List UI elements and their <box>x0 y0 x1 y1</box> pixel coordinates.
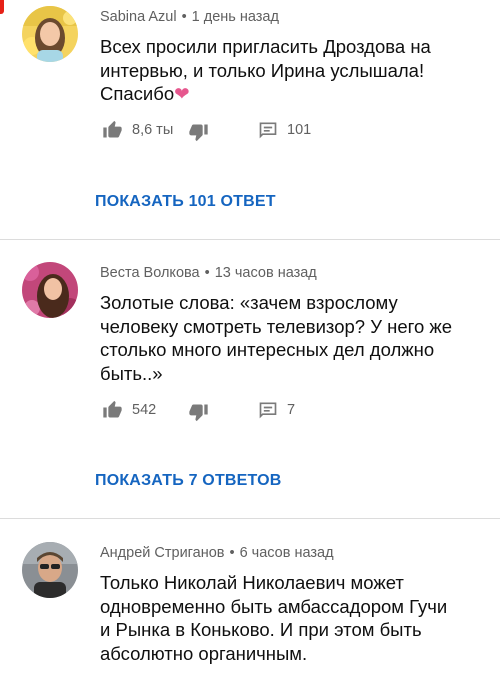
comment-text-line: человеку смотреть телевизор? У него же <box>100 315 453 337</box>
comment-text-line: интервью, и только Ирина услышала! <box>100 59 425 81</box>
comment-text-line: абсолютно органичным. <box>100 642 308 664</box>
like-count: 8,6 ты <box>132 122 174 138</box>
author-name[interactable]: Sabina Azul <box>100 9 177 25</box>
comment-text-line: Спасибо❤ <box>100 83 190 104</box>
comment-icon <box>258 120 278 140</box>
show-replies-button[interactable]: ПОКАЗАТЬ 101 ОТВЕТ <box>95 193 276 211</box>
thumbs-up-icon <box>102 120 123 140</box>
reply-button[interactable]: 101 <box>258 120 311 140</box>
comment-actions: 542 7 <box>100 400 480 426</box>
comment-icon <box>258 400 278 420</box>
comment-time[interactable]: 13 часов назад <box>215 265 317 281</box>
comment-text-line: Только Николай Николаевич может <box>100 572 404 593</box>
comment-text-line: столько много интересных дел должно <box>100 339 435 360</box>
avatar[interactable] <box>22 262 78 318</box>
reply-count: 101 <box>287 122 312 138</box>
comment-time[interactable]: 6 часов назад <box>240 545 334 561</box>
dislike-button[interactable] <box>188 402 209 422</box>
comment-meta: Андрей Стриганов • 6 часов назад <box>100 545 334 561</box>
like-button[interactable]: 542 <box>102 400 156 420</box>
meta-separator: • <box>229 545 235 561</box>
reply-button[interactable]: 7 <box>258 400 295 420</box>
comment-text-line: одновременно быть амбассадором Гучи <box>100 595 448 617</box>
like-button[interactable]: 8,6 ты <box>102 120 173 140</box>
comment-text-line: Всех просили пригласить Дроздова на <box>100 36 431 57</box>
author-name[interactable]: Веста Волкова <box>100 265 200 281</box>
comment-actions: 8,6 ты 101 <box>100 120 480 146</box>
divider <box>0 239 500 240</box>
thumbs-down-icon <box>188 122 209 142</box>
comment-text: Всех просили пригласить Дроздова на инте… <box>100 35 485 106</box>
thumbs-up-icon <box>102 400 123 420</box>
comment-text: Только Николай Николаевич может одноврем… <box>100 571 485 665</box>
divider <box>0 518 500 519</box>
show-replies-button[interactable]: ПОКАЗАТЬ 7 ОТВЕТОВ <box>95 472 282 490</box>
comment-text-line: Золотые слова: «зачем взрослому <box>100 292 398 313</box>
meta-separator: • <box>204 265 210 281</box>
comment-time[interactable]: 1 день назад <box>192 9 279 25</box>
thumbs-down-icon <box>188 402 209 422</box>
heart-emoji: ❤ <box>174 83 190 104</box>
dislike-button[interactable] <box>188 122 209 142</box>
comment-text-line: быть..» <box>100 362 163 384</box>
reply-count: 7 <box>287 402 296 418</box>
comment-meta: Sabina Azul • 1 день назад <box>100 9 279 25</box>
comment-text-line: и Рынка в Коньково. И при этом быть <box>100 619 422 640</box>
like-count: 542 <box>132 402 157 418</box>
author-name[interactable]: Андрей Стриганов <box>100 545 224 561</box>
avatar[interactable] <box>22 542 78 598</box>
comment-meta: Веста Волкова • 13 часов назад <box>100 265 317 281</box>
scroll-indicator <box>0 0 4 14</box>
comment-text: Золотые слова: «зачем взрослому человеку… <box>100 291 485 385</box>
avatar[interactable] <box>22 6 78 62</box>
meta-separator: • <box>181 9 187 25</box>
